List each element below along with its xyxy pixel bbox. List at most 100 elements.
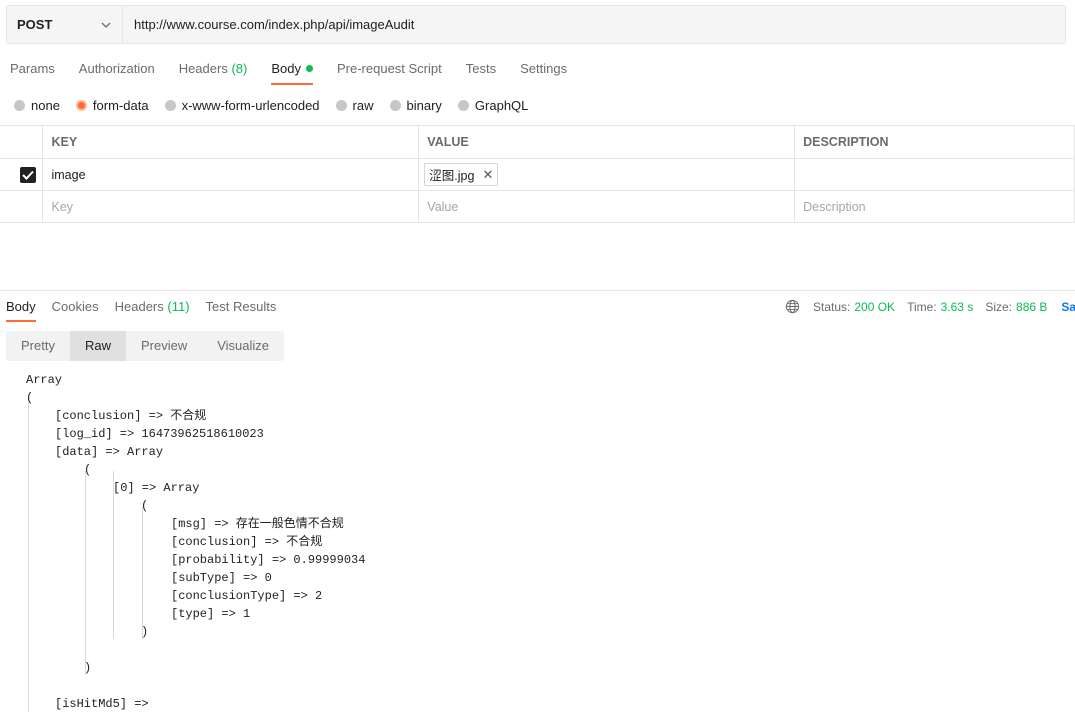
tab-body[interactable]: Body [261,56,323,85]
radio-icon [164,99,176,111]
body-type-binary-label: binary [406,97,442,113]
response-line: [msg] => 存在一般色情不合规 [171,517,344,531]
response-line: ( [141,499,149,513]
radio-icon [389,99,401,111]
tab-prerequest-script[interactable]: Pre-request Script [327,56,452,82]
response-line: ) [141,625,149,639]
resp-tab-headers-label: Headers [114,299,164,314]
resp-tab-cookies[interactable]: Cookies [46,296,105,318]
response-tabs: Body Cookies Headers (11) Test Results [0,296,286,322]
table-row-empty: Key Value Description [0,190,1075,223]
tab-headers[interactable]: Headers (8) [169,56,258,82]
headers-count: (8) [231,61,248,76]
resp-tab-headers[interactable]: Headers (11) [109,296,196,318]
resp-headers-count: (11) [167,299,190,314]
tab-settings[interactable]: Settings [510,56,577,82]
response-line: [0] => Array [113,481,200,495]
tab-headers-label: Headers [178,61,228,76]
chevron-down-icon [100,19,112,31]
empty-checkbox-cell [0,190,44,223]
file-name: 涩图.jpg [429,169,475,183]
close-icon[interactable]: ✕ [482,167,493,183]
body-type-urlencoded[interactable]: x-www-form-urlencoded [164,97,320,113]
body-type-raw[interactable]: raw [335,97,374,113]
response-line: [conclusion] => 不合规 [171,535,323,549]
indent-guide [28,399,29,712]
file-chip: 涩图.jpg ✕ [424,163,499,186]
size-value: 886 B [1016,299,1048,314]
body-type-binary[interactable]: binary [389,97,442,113]
body-type-urlencoded-label: x-www-form-urlencoded [181,97,320,113]
body-type-graphql[interactable]: GraphQL [457,97,529,113]
column-header-value: VALUE [418,125,796,159]
response-line: [isHitMd5] => [55,697,149,711]
tab-authorization[interactable]: Authorization [69,56,165,82]
view-mode-toggle: Pretty Raw Preview Visualize [6,331,285,361]
response-line: ( [26,391,34,405]
size-group: Size: 886 B [985,300,1047,314]
indent-guide [142,507,143,639]
tab-params[interactable]: Params [0,56,65,82]
table-row: image 涩图.jpg ✕ [0,158,1075,191]
tab-body-label: Body [271,61,301,76]
modified-dot-icon [305,65,313,72]
response-line: [probability] => 0.99999034 [171,553,366,567]
resp-tab-test-results[interactable]: Test Results [200,296,283,318]
globe-icon[interactable] [785,299,800,314]
view-preview[interactable]: Preview [126,331,202,361]
body-type-options: none form-data x-www-form-urlencoded raw… [14,96,544,114]
save-response-button[interactable]: Sa [1061,300,1075,314]
description-placeholder-cell[interactable]: Description [794,190,1075,223]
body-type-none-label: none [31,97,60,113]
radio-icon [14,99,25,111]
row-enabled-checkbox[interactable] [20,166,36,183]
key-placeholder-cell[interactable]: Key [42,190,420,223]
response-line: [data] => Array [55,445,164,459]
body-type-form-data-label: form-data [92,97,149,113]
url-input[interactable]: http://www.course.com/index.php/api/imag… [123,17,414,32]
body-type-none[interactable]: none [14,98,60,113]
row-checkbox-cell [0,158,44,191]
value-placeholder-cell[interactable]: Value [418,190,796,223]
body-type-form-data[interactable]: form-data [75,97,149,113]
time-value: 3.63 s [940,299,974,314]
view-raw[interactable]: Raw [69,331,126,361]
response-line: ( [84,463,92,477]
body-type-graphql-label: GraphQL [474,97,529,113]
radio-icon [335,99,347,111]
body-type-raw-label: raw [352,97,374,113]
status-value: 200 OK [854,299,896,314]
response-line: [log_id] => 16473962518610023 [55,427,264,441]
status-group: Status: 200 OK [813,300,895,314]
method-label: POST [17,17,53,32]
pane-divider[interactable] [0,290,1075,291]
tab-tests[interactable]: Tests [456,56,506,82]
table-header-checkbox-cell [0,125,44,159]
status-label: Status: [813,299,851,314]
resp-tab-body[interactable]: Body [0,296,42,322]
request-tabs: Params Authorization Headers (8) Body Pr… [0,56,581,85]
method-select[interactable]: POST [7,6,123,43]
size-label: Size: [985,299,1013,314]
response-line: Array [26,373,63,387]
radio-selected-icon [75,99,87,111]
response-line: [subType] => 0 [171,571,272,585]
response-line: [conclusionType] => 2 [171,589,323,603]
response-line: ) [84,661,92,675]
column-header-key: KEY [42,125,420,159]
checkmark-icon [22,170,34,180]
view-pretty[interactable]: Pretty [6,331,70,361]
view-visualize[interactable]: Visualize [202,331,284,361]
response-line: [type] => 1 [171,607,251,621]
row-key-cell[interactable]: image [42,158,420,191]
row-value-cell[interactable]: 涩图.jpg ✕ [418,158,796,191]
form-data-table: KEY VALUE DESCRIPTION image 涩图.jpg ✕ Key… [0,125,1075,223]
time-label: Time: [907,299,937,314]
row-description-cell[interactable] [794,158,1075,191]
response-status: Status: 200 OK Time: 3.63 s Size: 886 B Sa [785,299,1075,314]
indent-guide [85,471,86,675]
request-url-bar: POST http://www.course.com/index.php/api… [6,5,1066,44]
table-header-row: KEY VALUE DESCRIPTION [0,125,1075,159]
time-group: Time: 3.63 s [907,300,973,314]
column-header-description: DESCRIPTION [794,125,1075,159]
